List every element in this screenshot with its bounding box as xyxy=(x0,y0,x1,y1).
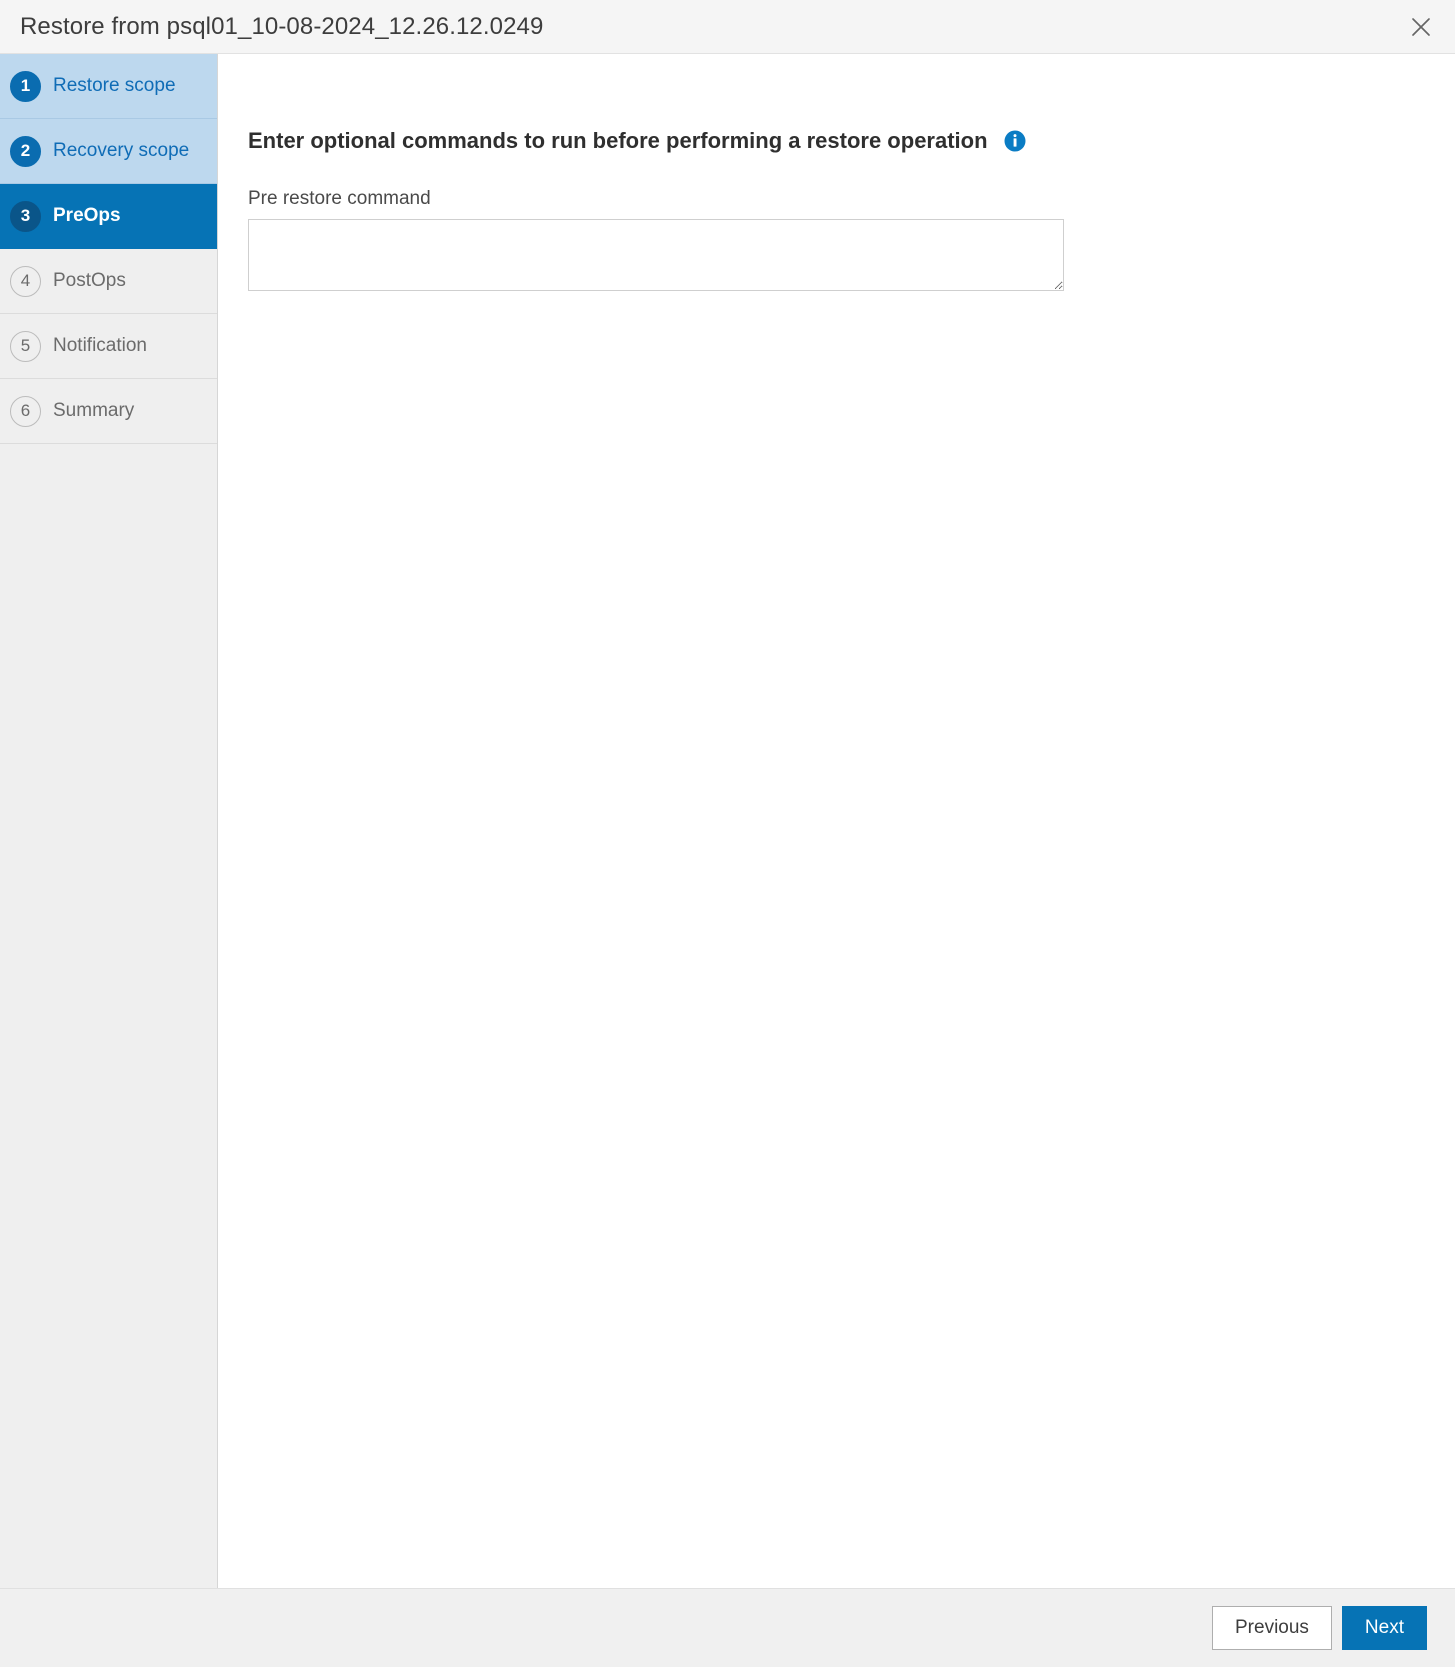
dialog-body: 1 Restore scope 2 Recovery scope 3 PreOp… xyxy=(0,54,1455,1588)
info-icon[interactable] xyxy=(1004,130,1026,152)
step-number-badge: 3 xyxy=(10,200,41,232)
previous-button[interactable]: Previous xyxy=(1212,1606,1332,1650)
restore-wizard-dialog: Restore from psql01_10-08-2024_12.26.12.… xyxy=(0,0,1455,1667)
sidebar-step-postops[interactable]: 4 PostOps xyxy=(0,249,217,314)
sidebar-step-restore-scope[interactable]: 1 Restore scope xyxy=(0,54,217,119)
sidebar-step-notification[interactable]: 5 Notification xyxy=(0,314,217,379)
dialog-title: Restore from psql01_10-08-2024_12.26.12.… xyxy=(20,12,544,40)
close-button[interactable] xyxy=(1401,7,1441,47)
step-label: Restore scope xyxy=(53,75,176,96)
sidebar-step-recovery-scope[interactable]: 2 Recovery scope xyxy=(0,119,217,184)
sidebar-step-preops[interactable]: 3 PreOps xyxy=(0,184,217,249)
page-title: Enter optional commands to run before pe… xyxy=(248,128,988,153)
step-number-badge: 1 xyxy=(10,70,41,102)
sidebar-filler xyxy=(0,444,217,1588)
step-number-badge: 4 xyxy=(10,265,41,297)
content-heading-row: Enter optional commands to run before pe… xyxy=(248,128,1455,154)
pre-restore-command-label: Pre restore command xyxy=(248,188,431,209)
step-label: Recovery scope xyxy=(53,140,190,161)
step-number-badge: 5 xyxy=(10,330,41,362)
next-button[interactable]: Next xyxy=(1341,1606,1427,1650)
close-icon xyxy=(1409,15,1433,39)
wizard-step-sidebar: 1 Restore scope 2 Recovery scope 3 PreOp… xyxy=(0,54,218,1588)
step-label: Summary xyxy=(53,400,135,421)
step-label: PostOps xyxy=(53,270,126,291)
step-label: PreOps xyxy=(53,205,121,226)
dialog-titlebar: Restore from psql01_10-08-2024_12.26.12.… xyxy=(0,0,1455,54)
pre-restore-command-input[interactable] xyxy=(248,219,1064,291)
preops-content-panel: Enter optional commands to run before pe… xyxy=(218,54,1455,1588)
sidebar-step-summary[interactable]: 6 Summary xyxy=(0,379,217,444)
dialog-footer: Previous Next xyxy=(0,1588,1455,1667)
step-label: Notification xyxy=(53,335,147,356)
step-number-badge: 2 xyxy=(10,135,41,167)
step-number-badge: 6 xyxy=(10,395,41,427)
